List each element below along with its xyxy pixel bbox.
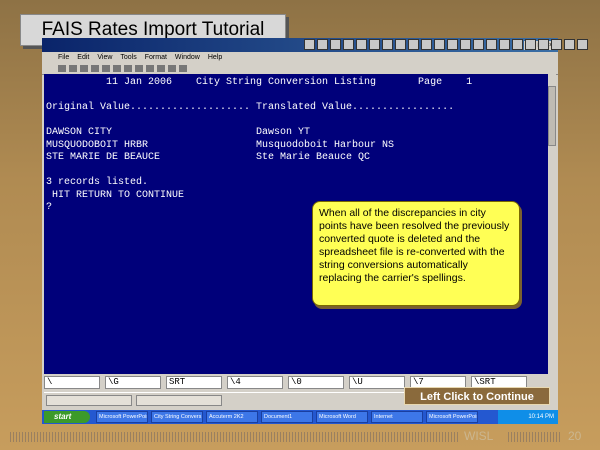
tool-icon[interactable] [499, 39, 510, 50]
footer-decoration [10, 432, 458, 442]
original-value: MUSQUODOBOIT HRBR [46, 139, 149, 151]
tool-icon[interactable] [330, 39, 341, 50]
toolbar-icon[interactable] [168, 65, 176, 72]
taskbar-item[interactable]: Internet [371, 411, 423, 423]
original-value: DAWSON CITY [46, 127, 113, 138]
translated-value: Dawson YT [256, 127, 311, 138]
taskbar-item[interactable]: City String Convers [151, 411, 203, 423]
menu-tools[interactable]: Tools [120, 54, 136, 61]
tool-icon[interactable] [343, 39, 354, 50]
tool-icon[interactable] [512, 39, 523, 50]
tool-icon[interactable] [460, 39, 471, 50]
tool-icon[interactable] [486, 39, 497, 50]
records-count: 3 records listed. [46, 177, 149, 188]
menu-edit[interactable]: Edit [77, 54, 89, 61]
function-key[interactable]: \G [105, 376, 161, 389]
function-key[interactable]: SRT [166, 376, 222, 389]
footer-decoration [508, 432, 562, 442]
tutorial-callout: When all of the discrepancies in city po… [312, 201, 520, 306]
menu-bar: File Edit View Tools Format Window Help [42, 52, 558, 63]
toolbar-icon[interactable] [179, 65, 187, 72]
status-pane [46, 395, 132, 406]
tool-icon[interactable] [564, 39, 575, 50]
slide-footer: WISL 20 [0, 426, 600, 450]
taskbar-tasks: Microsoft PowerPoint City String Convers… [96, 411, 478, 423]
tool-icon[interactable] [473, 39, 484, 50]
tool-icon[interactable] [551, 39, 562, 50]
function-key[interactable]: \0 [288, 376, 344, 389]
tool-icon[interactable] [304, 39, 315, 50]
tool-icon[interactable] [525, 39, 536, 50]
taskbar-item[interactable]: Microsoft Word [316, 411, 368, 423]
translated-value: Ste Marie Beauce QC [256, 152, 371, 163]
toolbar-icon[interactable] [69, 65, 77, 72]
start-button[interactable]: start [44, 411, 90, 423]
tool-icon[interactable] [434, 39, 445, 50]
window-titlebar: _ □ × [42, 38, 588, 52]
taskbar-item[interactable]: Accuterm 2K2 [206, 411, 258, 423]
original-value: STE MARIE DE BEAUCE [46, 152, 161, 163]
menu-file[interactable]: File [58, 54, 69, 61]
toolbar-icon[interactable] [146, 65, 154, 72]
continue-prompt: HIT RETURN TO CONTINUE [46, 189, 185, 201]
taskbar-item[interactable]: Document1 [261, 411, 313, 423]
tool-icon[interactable] [421, 39, 432, 50]
toolbar-icon[interactable] [58, 65, 66, 72]
tool-icon[interactable] [395, 39, 406, 50]
translated-value: Musquodoboit Harbour NS [256, 139, 395, 151]
vertical-scrollbar[interactable] [548, 74, 556, 374]
tool-icon[interactable] [447, 39, 458, 50]
taskbar-item[interactable]: Microsoft PowerPoint [426, 411, 478, 423]
page-number: 20 [568, 429, 582, 443]
toolbar-icon[interactable] [124, 65, 132, 72]
tool-icon[interactable] [382, 39, 393, 50]
toolbar-icon[interactable] [80, 65, 88, 72]
tool-icon[interactable] [369, 39, 380, 50]
taskbar-item[interactable]: Microsoft PowerPoint [96, 411, 148, 423]
toolbar-icon[interactable] [135, 65, 143, 72]
menu-view[interactable]: View [97, 54, 112, 61]
tool-icon[interactable] [538, 39, 549, 50]
function-key[interactable]: \U [349, 376, 405, 389]
toolbar-icon[interactable] [113, 65, 121, 72]
system-tray-clock: 10:14 PM [498, 410, 558, 424]
scroll-thumb[interactable] [548, 86, 556, 146]
windows-taskbar: start Microsoft PowerPoint City String C… [42, 410, 558, 424]
toolbar-icon[interactable] [102, 65, 110, 72]
continue-button[interactable]: Left Click to Continue [404, 387, 550, 405]
menu-format[interactable]: Format [145, 54, 167, 61]
tool-icon[interactable] [317, 39, 328, 50]
toolbar-icon[interactable] [157, 65, 165, 72]
tool-icon[interactable] [408, 39, 419, 50]
footer-brand: WISL [464, 429, 494, 443]
status-pane [136, 395, 222, 406]
input-cursor[interactable]: ? [46, 202, 52, 215]
tool-icon[interactable] [356, 39, 367, 50]
report-header: 11 Jan 2006 City String Conversion Listi… [46, 77, 473, 88]
toolbar-icon[interactable] [91, 65, 99, 72]
function-key[interactable]: \4 [227, 376, 283, 389]
column-header: Original Value.................... Trans… [46, 102, 455, 113]
function-key[interactable]: \ [44, 376, 100, 389]
menu-help[interactable]: Help [208, 54, 222, 61]
menu-window[interactable]: Window [175, 54, 200, 61]
tool-icon[interactable] [577, 39, 588, 50]
window-toolbar-icons [304, 39, 588, 50]
